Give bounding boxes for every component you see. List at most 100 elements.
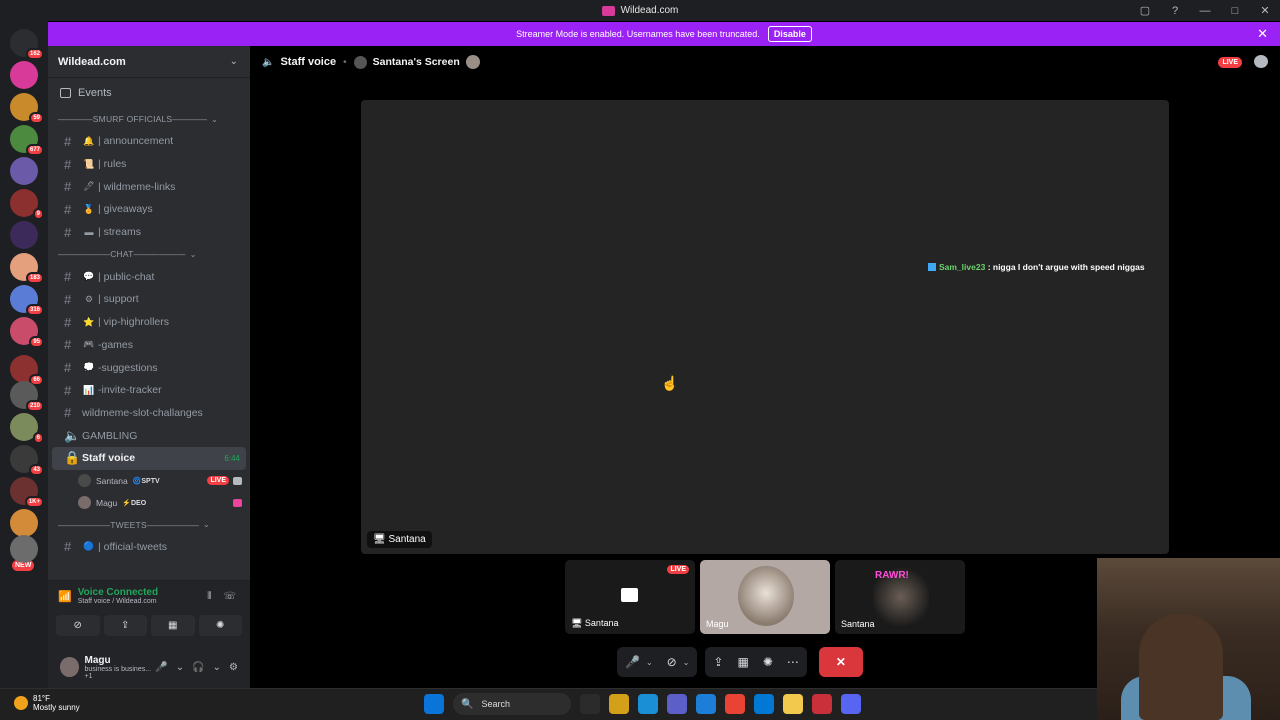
share-screen-button[interactable]: ⇪	[103, 615, 147, 636]
taskbar-app-icon[interactable]	[696, 694, 716, 714]
channel-item[interactable]: # 🖊 | wildmeme-links	[52, 175, 246, 198]
taskbar-app-icon[interactable]	[638, 694, 658, 714]
server-icon[interactable]: 183	[10, 253, 44, 284]
channel-item[interactable]: # ⚙ | support	[52, 288, 246, 311]
camera-off-icon[interactable]: ⊘	[667, 655, 677, 669]
share-screen-icon[interactable]: ⇪	[713, 655, 723, 669]
taskbar-app-icon[interactable]	[812, 694, 832, 714]
tile-name: Magu	[706, 619, 729, 629]
participant-tile[interactable]: Magu	[700, 560, 830, 634]
gear-icon[interactable]: ⚙	[229, 662, 238, 673]
server-icon[interactable]: 9	[10, 189, 44, 220]
voice-location[interactable]: Staff voice / Wildead.com	[78, 598, 158, 605]
soundboard-button[interactable]: ✺	[198, 615, 242, 636]
voice-channel-staff-voice[interactable]: 🔒 Staff voice 6:44	[52, 446, 246, 470]
category-tweets[interactable]: ——————TWEETS—————— ⌄	[48, 514, 250, 536]
chevron-down-icon[interactable]: ⌄	[646, 658, 653, 667]
minimize-button[interactable]: —	[1190, 5, 1220, 17]
signal-icon[interactable]: 📶	[58, 590, 72, 603]
chat-icon[interactable]	[1254, 55, 1268, 68]
channel-item[interactable]: # ⭐ | vip-highrollers	[52, 311, 246, 334]
microphone-icon[interactable]: 🎤	[625, 655, 640, 669]
server-icon[interactable]: 210	[10, 381, 44, 412]
channel-item[interactable]: # 💬 | public-chat	[52, 265, 246, 288]
events-item[interactable]: Events	[48, 78, 250, 108]
streamer-mode-banner: Streamer Mode is enabled. Usernames have…	[48, 22, 1280, 46]
user-status: business is busines... +1	[84, 665, 152, 680]
channel-item[interactable]: # wildmeme-slot-challanges	[52, 402, 246, 425]
participant-tile[interactable]: RAWR! Santana	[835, 560, 965, 634]
server-icon[interactable]: 59	[10, 93, 44, 124]
voice-status[interactable]: Voice Connected	[78, 587, 158, 598]
disconnect-icon[interactable]: ☏	[223, 591, 236, 602]
soundboard-icon[interactable]: ✺	[763, 655, 773, 669]
server-icon[interactable]: 162	[10, 29, 44, 60]
channel-item[interactable]: # ▬ | streams	[52, 221, 246, 244]
voice-channel-gambling[interactable]: 🔈 GAMBLING	[52, 424, 246, 447]
channel-label: | announcement	[98, 135, 174, 148]
taskbar-search[interactable]: 🔍 Search	[453, 693, 571, 715]
channel-item[interactable]: # 🔔 | announcement	[52, 130, 246, 153]
inbox-icon[interactable]: ▢	[1130, 4, 1160, 17]
taskbar-app-icon[interactable]	[667, 694, 687, 714]
activities-icon[interactable]: ▦	[737, 655, 748, 669]
leave-call-button[interactable]: ✕	[818, 647, 863, 677]
mention-badge: 43	[29, 464, 44, 476]
voice-user-santana[interactable]: Santana 🌀SPTV LIVE	[48, 470, 250, 492]
channel-item[interactable]: # 🎮 -games	[52, 334, 246, 357]
channel-emoji-icon: ⚙	[84, 293, 94, 304]
server-icon[interactable]	[10, 221, 38, 249]
stage-channel-name: Staff voice	[280, 56, 337, 68]
chevron-down-icon[interactable]: ⌄	[683, 658, 690, 667]
participant-tile[interactable]: LIVE 🖥 Santana	[565, 560, 695, 634]
chat-message: : nigga I don't argue with speed niggas	[985, 262, 1145, 272]
voice-user-magu[interactable]: Magu ⚡DEO	[48, 492, 250, 514]
camera-off-button[interactable]: ⊘	[56, 615, 100, 636]
category-chat[interactable]: ——————CHAT—————— ⌄	[48, 243, 250, 265]
server-icon[interactable]: 677	[10, 125, 44, 156]
screen-share-view[interactable]: Sam_live23 : nigga I don't argue with sp…	[361, 100, 1169, 554]
taskbar-app-icon[interactable]	[725, 694, 745, 714]
headphones-icon[interactable]: 🎧	[192, 662, 204, 673]
avatar[interactable]	[60, 657, 79, 677]
close-window-button[interactable]: ✕	[1250, 4, 1280, 17]
taskbar-app-icon[interactable]	[841, 694, 861, 714]
server-icon[interactable]: 95	[10, 317, 44, 348]
server-icon[interactable]	[10, 61, 38, 89]
server-header[interactable]: Wildead.com ⌄	[48, 46, 250, 78]
category-smurf-officials[interactable]: ————SMURF OFFICIALS———— ⌄	[48, 108, 250, 130]
taskbar-app-icon[interactable]	[783, 694, 803, 714]
channel-item[interactable]: # 🏅 | giveaways	[52, 198, 246, 221]
server-icon[interactable]: 6	[10, 413, 44, 444]
user-name[interactable]: Magu	[85, 655, 156, 666]
close-icon[interactable]: ✕	[1257, 26, 1268, 42]
channel-item[interactable]: # 📜 | rules	[52, 153, 246, 176]
taskbar-app-icon[interactable]	[754, 694, 774, 714]
activities-button[interactable]: ▦	[151, 615, 195, 636]
maximize-button[interactable]: □	[1220, 5, 1250, 17]
channel-item[interactable]: # 📊 -invite-tracker	[52, 379, 246, 402]
taskbar-app-icon[interactable]	[609, 694, 629, 714]
channel-item[interactable]: # 💭 -suggestions	[52, 356, 246, 379]
microphone-icon[interactable]: 🎤	[155, 662, 167, 673]
chevron-down-icon[interactable]: ⌄	[176, 662, 184, 673]
server-icon[interactable]	[10, 535, 38, 563]
twitter-icon	[928, 263, 936, 271]
taskbar-app-icon[interactable]	[580, 694, 600, 714]
channel-item[interactable]: # 🔵 | official-tweets	[52, 536, 246, 559]
channel-emoji-icon: 🔵	[83, 541, 95, 552]
chevron-down-icon[interactable]: ⌄	[213, 662, 221, 673]
server-icon[interactable]: 1K+	[10, 477, 44, 508]
server-icon[interactable]	[10, 157, 38, 185]
noise-suppression-icon[interactable]: ⦀	[207, 591, 211, 602]
more-icon[interactable]: ⋯	[787, 655, 799, 669]
server-icon[interactable]: 66	[10, 355, 44, 386]
start-icon[interactable]	[424, 694, 444, 714]
server-icon[interactable]: 43	[10, 445, 44, 476]
server-icon[interactable]	[10, 509, 38, 537]
disable-button[interactable]: Disable	[767, 26, 812, 42]
call-controls: 🎤 ⌄ ⊘ ⌄ ⇪ ▦ ✺ ⋯ ✕	[617, 647, 863, 677]
server-icon[interactable]: 316	[10, 285, 44, 316]
help-icon[interactable]: ?	[1160, 5, 1190, 17]
weather-widget[interactable]: 81°F Mostly sunny	[14, 694, 80, 712]
